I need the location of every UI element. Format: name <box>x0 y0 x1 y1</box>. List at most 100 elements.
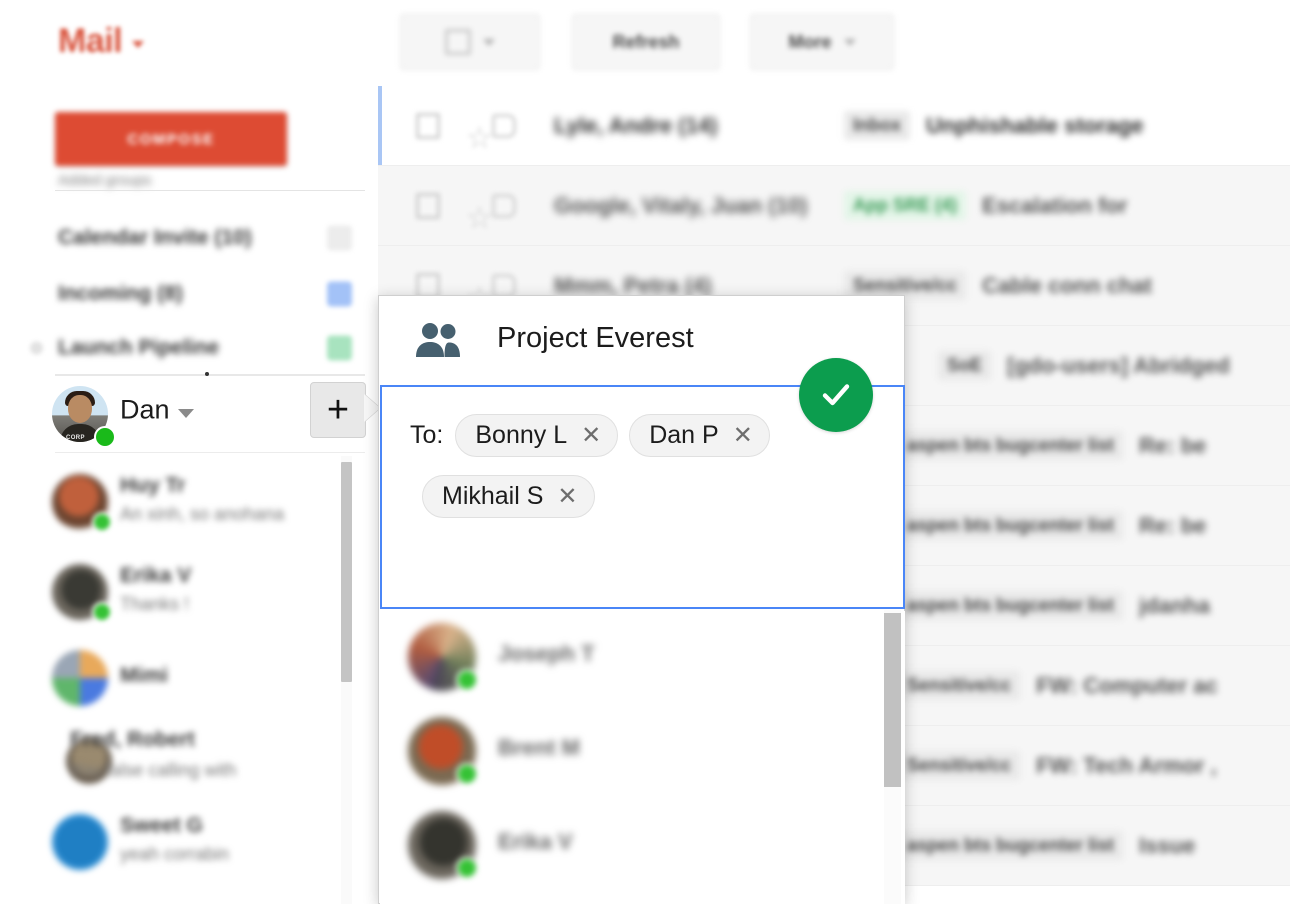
dialog-title: Project Everest <box>497 322 694 354</box>
presence-online-indicator <box>92 602 112 622</box>
row-action-icons: ☆ <box>416 192 516 233</box>
sidebar-item-launch-pipeline[interactable]: Launch Pipeline <box>0 320 378 376</box>
presence-online-indicator <box>456 669 478 691</box>
sidebar-section-header: Added groups <box>58 172 152 189</box>
recipient-chip[interactable]: Dan P ✕ <box>629 414 770 457</box>
label-badge: aspen bts bugcenter list <box>898 591 1124 620</box>
label-icon[interactable] <box>492 113 516 138</box>
label-icon[interactable] <box>492 273 516 298</box>
mail-logo-label: Mail <box>58 22 123 60</box>
divider <box>55 452 365 453</box>
sidebar-item-badge <box>327 335 352 361</box>
table-row[interactable]: ☆ Lyle, Andre (14) Inbox Unphishable sto… <box>378 86 1290 166</box>
avatar-tag: CORP <box>66 435 85 441</box>
subject: Cable conn chat <box>982 272 1152 298</box>
label-badge: SoE <box>938 351 992 380</box>
current-user-name: Dan <box>120 394 170 425</box>
contact-name: Erika V <box>498 829 573 854</box>
contact-status: You false calling with <box>70 760 237 780</box>
contact-name: Huy Tr <box>120 474 186 497</box>
chevron-down-icon[interactable] <box>178 409 194 418</box>
select-all-button[interactable] <box>400 14 540 70</box>
contact-name: Erika V <box>120 564 192 587</box>
contact-name: Brent M <box>498 735 580 760</box>
to-label: To: <box>410 421 444 449</box>
confirm-button[interactable] <box>799 358 873 432</box>
mail-toolbar: Refresh More <box>378 0 1290 86</box>
more-button-label: More <box>788 31 832 52</box>
avatar-group <box>52 650 108 706</box>
contact-status: Thanks ! <box>120 594 190 614</box>
presence-online-indicator <box>456 763 478 785</box>
sidebar: Mail COMPOSE Added groups Calendar Invit… <box>0 0 378 904</box>
mail-logo[interactable]: Mail <box>58 22 145 61</box>
divider <box>55 190 365 191</box>
checkbox-icon <box>445 29 471 55</box>
subject: Unphishable storage <box>926 112 1144 138</box>
close-icon[interactable]: ✕ <box>581 423 601 448</box>
list-item[interactable]: Mimi <box>0 638 378 722</box>
contact-name: Sweet G <box>120 814 203 837</box>
contact-name: Fred, Robert <box>70 728 195 751</box>
subject: FW: Tech Armor , <box>1036 752 1217 778</box>
avatar <box>52 814 108 870</box>
list-item[interactable]: Brent M <box>380 705 905 799</box>
recipient-name: Bonny L <box>475 421 568 449</box>
subject: FW: Computer ac <box>1036 672 1218 698</box>
new-conversation-dialog: Project Everest To: Bonny L ✕ Dan P ✕ Mi… <box>378 295 905 904</box>
label-badge: Sensitive/cc <box>898 671 1021 700</box>
table-row[interactable]: ☆ Google, Vitaly, Juan (10) App SRE (4) … <box>378 166 1290 246</box>
divider <box>55 372 365 376</box>
sidebar-item-calendar-invite[interactable]: Calendar Invite (10) <box>0 210 378 266</box>
subject: Re: be <box>1139 432 1207 458</box>
label-badge: App SRE (4) <box>844 191 967 220</box>
subject: Issue <box>1139 832 1196 858</box>
contact-status: yeah corrabin <box>120 844 230 864</box>
list-item[interactable]: Erika V Thanks ! <box>0 552 378 636</box>
expander-icon[interactable] <box>30 341 43 355</box>
list-item[interactable]: Joseph T <box>380 611 905 705</box>
callout-pointer <box>364 394 378 422</box>
label-badge: aspen bts bugcenter list <box>898 831 1124 860</box>
row-selection-indicator <box>378 86 382 165</box>
add-conversation-button[interactable]: + <box>310 382 366 438</box>
chevron-down-icon <box>132 41 145 48</box>
label-badge: Sensitive/cc <box>898 751 1021 780</box>
presence-online-indicator <box>94 426 116 448</box>
recipient-chip[interactable]: Mikhail S ✕ <box>422 475 595 518</box>
presence-online-indicator <box>456 857 478 879</box>
checkbox-icon[interactable] <box>416 112 440 139</box>
label-badge: aspen bts bugcenter list <box>898 511 1124 540</box>
sidebar-item-badge <box>327 281 352 307</box>
sidebar-item-incoming[interactable]: Incoming (8) <box>0 266 378 322</box>
compose-button[interactable]: COMPOSE <box>55 112 287 166</box>
sidebar-item-label: Launch Pipeline <box>58 336 220 359</box>
close-icon[interactable]: ✕ <box>557 484 577 509</box>
checkbox-icon[interactable] <box>416 192 440 219</box>
refresh-button[interactable]: Refresh <box>572 14 720 70</box>
list-item[interactable]: Fred, Robert You false calling with <box>0 714 378 798</box>
presence-online-indicator <box>92 512 112 532</box>
recipient-chip[interactable]: Bonny L ✕ <box>455 414 619 457</box>
row-action-icons: ☆ <box>416 112 516 153</box>
list-item[interactable]: Erika V <box>380 799 905 893</box>
chevron-down-icon <box>843 38 856 46</box>
label-badge: Inbox <box>844 111 910 140</box>
label-badge: aspen bts bugcenter list <box>898 431 1124 460</box>
subject: [gdo-users] Abridged <box>1007 352 1230 378</box>
list-item[interactable]: Huy Tr An xinh, so anohana <box>0 462 378 546</box>
sender: Lyle, Andre (14) <box>554 112 718 138</box>
people-group-icon <box>415 322 461 358</box>
close-icon[interactable]: ✕ <box>733 423 753 448</box>
contact-status: An xinh, so anohana <box>120 504 285 524</box>
sidebar-item-label: Incoming (8) <box>58 282 183 305</box>
dialog-scrollbar-thumb[interactable] <box>884 613 901 787</box>
list-item[interactable]: Sweet G yeah corrabin <box>0 802 378 886</box>
compose-button-label: COMPOSE <box>127 130 215 148</box>
label-icon[interactable] <box>492 193 516 218</box>
contact-name: Joseph T <box>498 641 595 666</box>
sidebar-item-badge <box>327 225 352 251</box>
contact-name: Mimi <box>120 664 168 687</box>
more-button[interactable]: More <box>750 14 894 70</box>
subject: Re: be <box>1139 512 1207 538</box>
